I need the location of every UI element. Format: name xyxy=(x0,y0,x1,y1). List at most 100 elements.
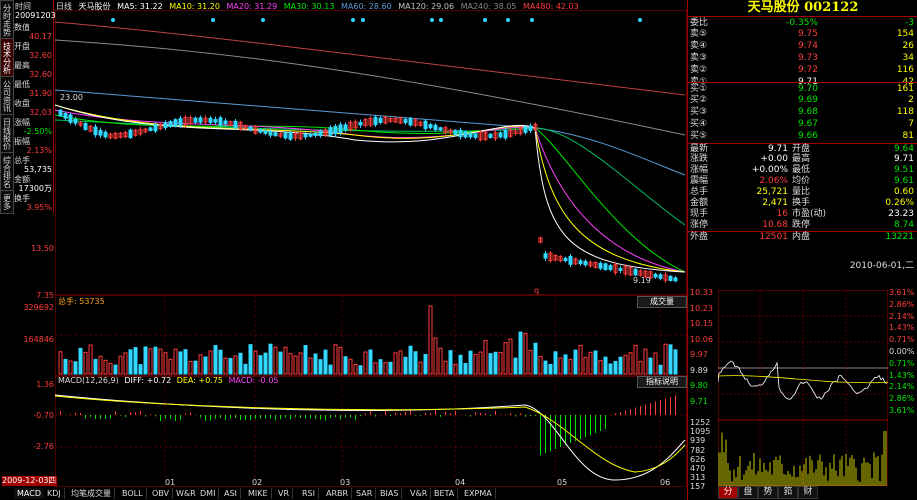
candle-body xyxy=(528,125,533,132)
volume-bar xyxy=(593,350,598,375)
volume-bar xyxy=(58,351,63,375)
volume-bar xyxy=(138,364,143,375)
candle-body xyxy=(268,130,273,136)
indicator-tab-beta[interactable]: BETA xyxy=(431,488,459,499)
indicator-tab-sar[interactable]: SAR xyxy=(353,488,377,499)
main-chart[interactable] xyxy=(55,10,687,487)
candle-body xyxy=(503,129,508,139)
volume-bar xyxy=(663,343,668,375)
quote-tab-1[interactable]: 盘 xyxy=(738,486,758,499)
info-row-3: 最低 31.90 xyxy=(12,79,52,98)
volume-bar xyxy=(493,351,498,375)
indicator-tab-macd[interactable]: MACD xyxy=(14,488,45,499)
mini-price-label: 9.89 xyxy=(690,365,708,375)
volume-bar xyxy=(618,356,623,375)
quote-tab-2[interactable]: 势 xyxy=(758,486,778,499)
macd-legend: MACD(12,26,9) DIFF: +0.72 DEA: +0.75 MAC… xyxy=(58,376,279,385)
volume-bar xyxy=(358,365,363,375)
indicator-tab-vr[interactable]: V&R xyxy=(407,488,432,499)
intraday-chart[interactable] xyxy=(718,290,888,486)
candle-body xyxy=(313,132,318,136)
stat-row: 涨幅 +0.00% 最低 9.51 xyxy=(690,165,914,175)
high-marker: 23.00 xyxy=(60,93,83,102)
indicator-tab-asi[interactable]: ASI xyxy=(221,488,241,499)
volume-bar xyxy=(333,344,338,375)
volume-bar xyxy=(388,361,393,375)
mini-pct-label: 3.61% xyxy=(889,406,915,415)
volume-bar xyxy=(623,354,628,375)
volume-bar xyxy=(613,360,618,375)
indicator-tab-arbr[interactable]: ARBR xyxy=(323,488,353,499)
volume-bar xyxy=(428,305,433,375)
candle-body xyxy=(318,130,323,137)
indicator-tab-boll[interactable]: BOLL xyxy=(119,488,147,499)
indicator-tab-vr[interactable]: VR xyxy=(275,488,294,499)
candle-body xyxy=(218,117,223,126)
candle-body xyxy=(83,122,88,130)
volume-bar xyxy=(408,345,413,375)
mini-pct-label: 0.71% xyxy=(889,335,915,345)
candle-body xyxy=(198,117,203,123)
volume-bar xyxy=(583,356,588,375)
volume-bar xyxy=(448,350,453,375)
quote-tab-3[interactable]: 筘 xyxy=(778,486,798,499)
volume-bar xyxy=(668,344,673,375)
volume-bar xyxy=(508,338,513,375)
quote-tab-0[interactable]: 分 xyxy=(718,486,738,499)
info-row-0: 数值 40.17 xyxy=(12,22,52,41)
ma120-line xyxy=(55,89,686,176)
volume-bar xyxy=(588,351,593,375)
volume-bar xyxy=(258,355,263,375)
buy-level-2: 买② 9.69 2 xyxy=(690,95,914,105)
volume-bar xyxy=(193,360,198,375)
indicator-tab-mike[interactable]: MIKE xyxy=(245,488,272,499)
volume-bar xyxy=(643,348,648,375)
indicator-tab-obv[interactable]: OBV xyxy=(149,488,174,499)
candle-body xyxy=(153,124,158,132)
info-row-1: 开盘 32.60 xyxy=(12,41,52,60)
mini-vol-label: 313 xyxy=(690,473,706,483)
mini-vol-label: 782 xyxy=(690,445,706,455)
volume-indicator-button[interactable]: 成交量 xyxy=(637,296,687,308)
volume-bar xyxy=(283,346,288,375)
candle-body xyxy=(288,132,293,140)
stat-row: 外盘 12501 内盘 13221 xyxy=(688,231,917,243)
indicator-tab-bias[interactable]: BIAS xyxy=(377,488,403,499)
mini-pct-label: 2.14% xyxy=(889,382,915,392)
sell-level-2: 卖② 9.72 116 xyxy=(690,65,914,75)
mini-pct-label: 0.71% xyxy=(889,358,915,368)
quote-panel: 天马股份 002122 委比 -0.35% -3 卖⑤ 9.75 154 卖④ 9.74… xyxy=(687,0,917,500)
indicator-tab-expma[interactable]: EXPMA xyxy=(461,488,496,499)
buy-level-4: 买④ 9.67 7 xyxy=(690,119,914,129)
volume-bar xyxy=(538,355,543,375)
indicator-tab-kdj[interactable]: KDJ xyxy=(44,488,65,499)
buy-level-5: 买⑤ 9.66 81 xyxy=(690,131,914,141)
volume-bar xyxy=(128,349,133,375)
indicator-tab-[interactable]: 均笔成交量 xyxy=(68,488,115,499)
mini-price-label: 10.23 xyxy=(690,303,713,313)
indicator-help-button[interactable]: 指标说明 xyxy=(637,376,687,388)
candle-body xyxy=(283,132,288,139)
candle-body xyxy=(178,118,183,126)
volume-bar xyxy=(528,349,533,375)
signal-dot xyxy=(638,18,642,22)
x-axis-label: 01 xyxy=(165,478,176,487)
mini-pct-label: 2.86% xyxy=(889,394,915,404)
candle-body xyxy=(248,126,253,130)
volume-bar xyxy=(223,357,228,375)
candle-body xyxy=(63,112,68,119)
info-label: 数值 xyxy=(14,23,30,32)
indicator-tab-rsi[interactable]: RSI xyxy=(299,488,319,499)
indicator-tab-wr[interactable]: W&R xyxy=(173,488,200,499)
volume-bar xyxy=(168,358,173,375)
candle-body xyxy=(658,274,663,279)
volume-bar xyxy=(308,357,313,375)
volume-bar xyxy=(103,359,108,375)
indicator-tab-dmi[interactable]: DMI xyxy=(197,488,220,499)
x-axis-label: 04 xyxy=(455,478,466,487)
volume-bar xyxy=(263,352,268,375)
candle-body xyxy=(333,125,338,135)
quote-tab-4[interactable]: 财 xyxy=(798,486,818,499)
macd-macd: MACD: -0.05 xyxy=(228,376,279,385)
volume-bar xyxy=(68,360,73,375)
